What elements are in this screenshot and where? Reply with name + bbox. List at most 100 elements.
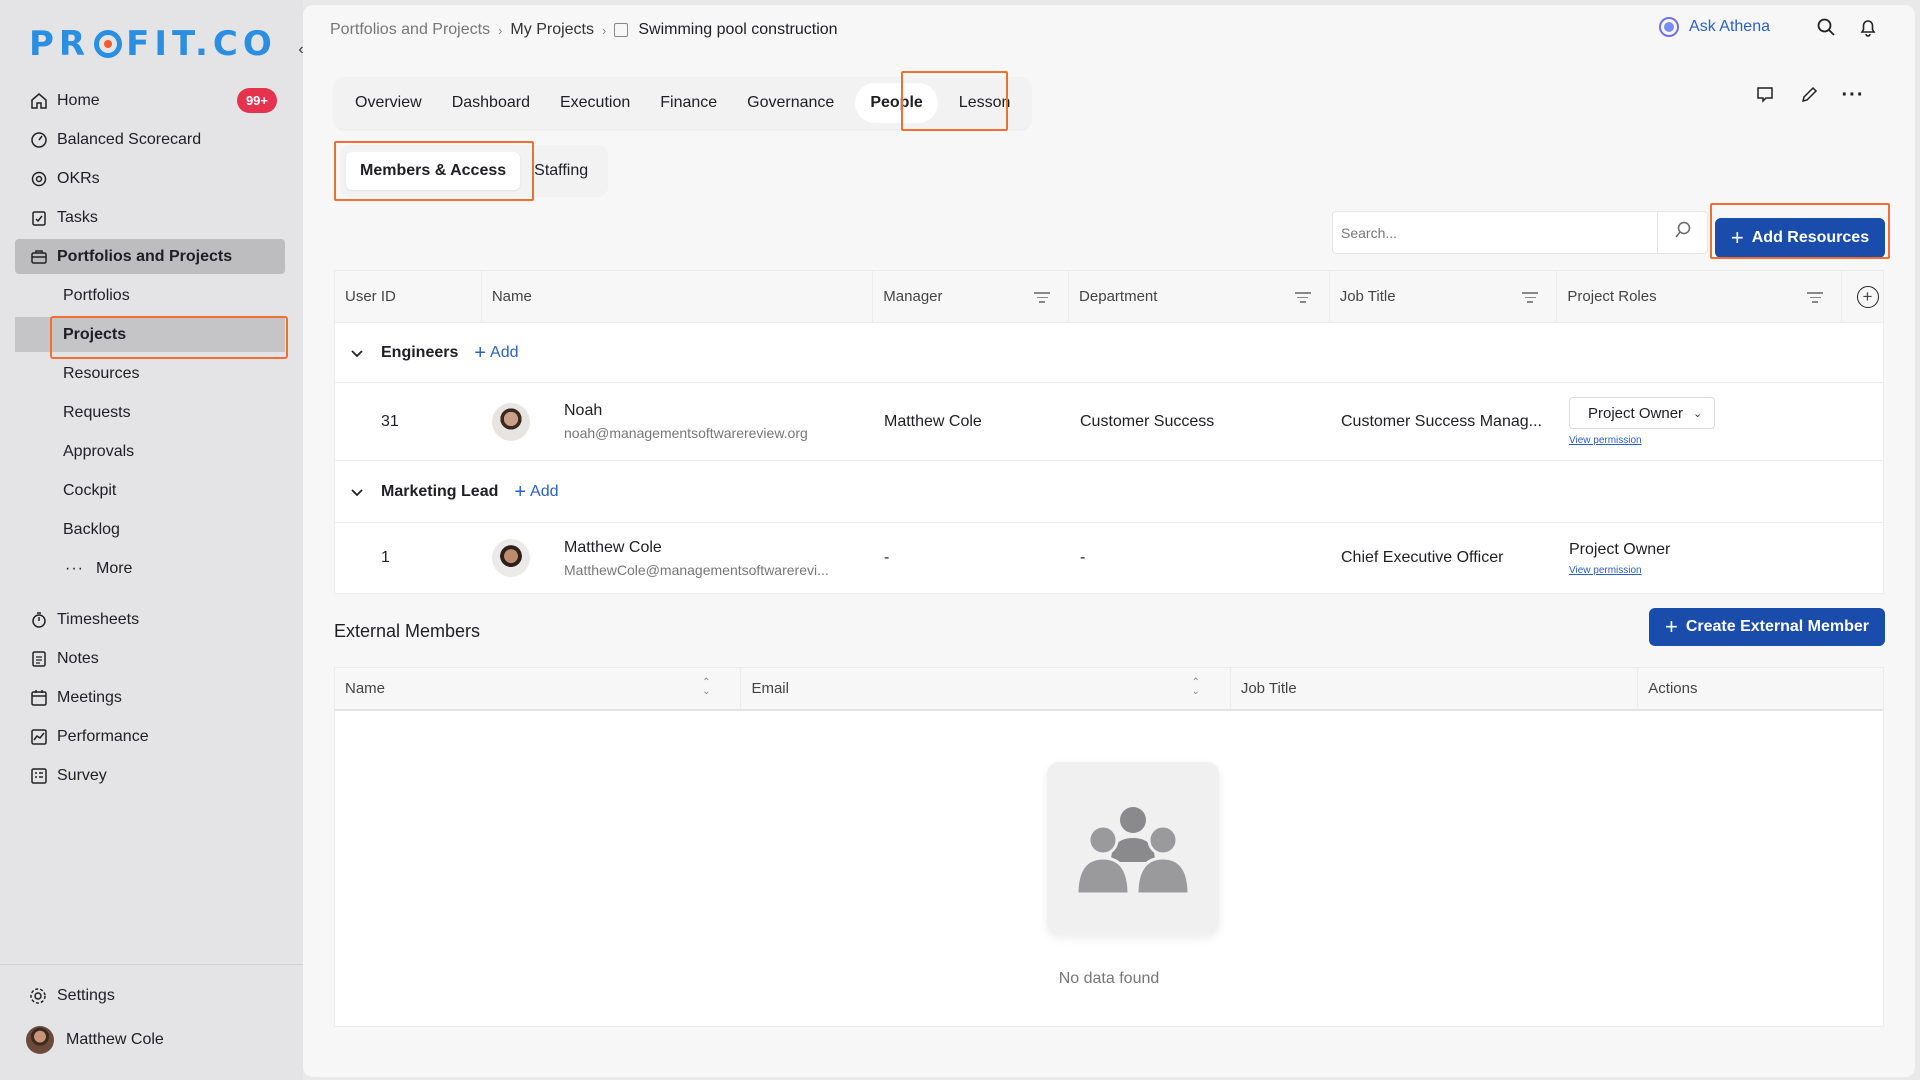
header-name: Name	[482, 271, 874, 322]
view-permission-link[interactable]: View permission	[1569, 435, 1642, 446]
nav-survey-label: Survey	[57, 766, 107, 784]
cell-user-id: 31	[381, 412, 399, 430]
avatar	[492, 402, 530, 441]
header-user-id: User ID	[335, 271, 482, 322]
breadcrumb-portfolios[interactable]: Portfolios and Projects	[330, 21, 490, 39]
tab-dashboard[interactable]: Dashboard	[437, 83, 545, 123]
profit-logo[interactable]: PR FIT.CO	[29, 24, 277, 64]
sub-cockpit[interactable]: Cockpit	[15, 473, 285, 508]
header-actions-label: Actions	[1648, 680, 1698, 697]
filter-icon[interactable]	[1807, 289, 1824, 306]
clipboard-icon	[29, 208, 49, 228]
tab-finance[interactable]: Finance	[645, 83, 732, 123]
header-job-title: Job Title	[1231, 668, 1639, 709]
nav-notes[interactable]: Notes	[15, 641, 285, 676]
sub-requests[interactable]: Requests	[15, 395, 285, 430]
tab-governance[interactable]: Governance	[732, 83, 849, 123]
nav-survey[interactable]: Survey	[15, 758, 285, 793]
chevron-right-icon: ›	[602, 22, 607, 38]
main-panel: Portfolios and Projects › My Projects › …	[303, 5, 1915, 1077]
nav-timesheets-label: Timesheets	[57, 610, 140, 628]
user-profile[interactable]: Matthew Cole	[26, 1026, 164, 1054]
nav-home[interactable]: Home 99+	[15, 83, 285, 118]
highlight-members-tab	[334, 141, 534, 201]
group-add-label: Add	[530, 482, 559, 500]
nav-timesheets[interactable]: Timesheets	[15, 602, 285, 637]
filter-icon[interactable]	[1034, 289, 1051, 306]
sub-approvals[interactable]: Approvals	[15, 434, 285, 469]
sub-projects[interactable]: Projects	[15, 316, 288, 359]
nav-balanced-scorecard[interactable]: Balanced Scorecard	[15, 122, 285, 157]
bell-icon[interactable]	[1856, 15, 1880, 39]
header-name[interactable]: Name ⌃ ⌄	[335, 668, 742, 709]
member-email: noah@managementsoftwarereview.org	[564, 425, 808, 441]
nav-portfolios-and-projects[interactable]: Portfolios and Projects	[15, 239, 285, 274]
cell-name: Noah noah@managementsoftwarereview.org	[482, 383, 874, 460]
table-row[interactable]: 31 Noah noah@managementsoftwarereview.or…	[335, 383, 1883, 461]
gauge-icon	[29, 130, 49, 150]
search-button[interactable]	[1657, 212, 1707, 253]
member-email: MatthewCole@managementsoftwarerevi...	[564, 561, 829, 578]
group-add-label: Add	[490, 343, 519, 361]
header-department-label: Department	[1079, 288, 1158, 305]
table-header: User ID Name Manager Department Job Titl…	[335, 271, 1883, 323]
nav-home-label: Home	[57, 91, 100, 109]
sub-portfolios-label: Portfolios	[63, 286, 130, 304]
sub-projects-label: Projects	[63, 325, 127, 343]
project-role-select[interactable]: Project Owner ⌄	[1569, 397, 1716, 429]
sub-resources[interactable]: Resources	[15, 356, 285, 391]
create-external-member-button[interactable]: + Create External Member	[1649, 608, 1885, 646]
nav-performance-label: Performance	[57, 727, 149, 745]
sub-backlog[interactable]: Backlog	[15, 512, 285, 547]
search-input[interactable]	[1333, 212, 1657, 253]
table-header: Name ⌃ ⌄ Email ⌃ ⌄ Job Title Actions	[335, 668, 1883, 711]
view-permission-link[interactable]: View permission	[1569, 565, 1642, 576]
cell-user-id: 1	[381, 549, 390, 566]
group-add-button[interactable]: + Add	[514, 482, 558, 502]
nav-settings[interactable]: Settings	[29, 986, 115, 1006]
tab-execution[interactable]: Execution	[545, 83, 645, 123]
header-project-roles: Project Roles	[1557, 271, 1843, 322]
more-options-icon[interactable]: ···	[1841, 83, 1865, 107]
breadcrumb-my-projects[interactable]: My Projects	[510, 21, 594, 39]
comment-icon[interactable]	[1753, 83, 1777, 107]
header-name-label: Name	[491, 288, 532, 305]
target-icon	[29, 169, 49, 189]
cell-name: Matthew Cole MatthewCole@managementsoftw…	[482, 523, 874, 593]
cell-job-title: Chief Executive Officer	[1341, 549, 1504, 566]
tab-overview[interactable]: Overview	[340, 83, 437, 123]
add-column-icon[interactable]: +	[1856, 285, 1879, 308]
table-row[interactable]: 1 Matthew Cole MatthewCole@managementsof…	[335, 523, 1883, 593]
group-name: Engineers	[381, 343, 459, 361]
user-name: Matthew Cole	[66, 1031, 164, 1048]
edit-pencil-icon[interactable]	[1797, 83, 1821, 107]
search-icon[interactable]	[1814, 15, 1838, 39]
empty-state-illustration	[1047, 762, 1219, 934]
nav-notes-label: Notes	[57, 649, 99, 667]
nav-settings-label: Settings	[57, 987, 115, 1004]
gear-icon	[29, 986, 49, 1006]
nav-okrs[interactable]: OKRs	[15, 161, 285, 196]
chevron-down-icon[interactable]	[349, 345, 365, 361]
header-job-title: Job Title	[1330, 271, 1558, 322]
survey-icon	[29, 766, 49, 786]
sub-portfolios[interactable]: Portfolios	[15, 278, 285, 313]
group-add-button[interactable]: + Add	[474, 343, 518, 363]
plus-icon: +	[514, 480, 527, 503]
header-email[interactable]: Email ⌃ ⌄	[741, 668, 1231, 709]
search-box	[1332, 211, 1708, 254]
nav-tasks-label: Tasks	[57, 208, 98, 226]
more-dots-icon: ···	[65, 559, 84, 577]
sort-icon[interactable]: ⌃ ⌄	[1191, 678, 1199, 697]
sort-icon[interactable]: ⌃ ⌄	[702, 678, 710, 697]
sub-more[interactable]: ··· More	[15, 551, 285, 586]
nav-meetings[interactable]: Meetings	[15, 680, 285, 715]
nav-tasks[interactable]: Tasks	[15, 200, 285, 235]
header-user-id-label: User ID	[345, 288, 396, 305]
nav-performance[interactable]: Performance	[15, 719, 285, 754]
filter-icon[interactable]	[1522, 289, 1539, 306]
chevron-down-icon[interactable]	[349, 484, 365, 500]
filter-icon[interactable]	[1294, 289, 1311, 306]
header-actions: Actions	[1638, 668, 1883, 709]
ask-athena-button[interactable]: Ask Athena	[1659, 17, 1770, 37]
